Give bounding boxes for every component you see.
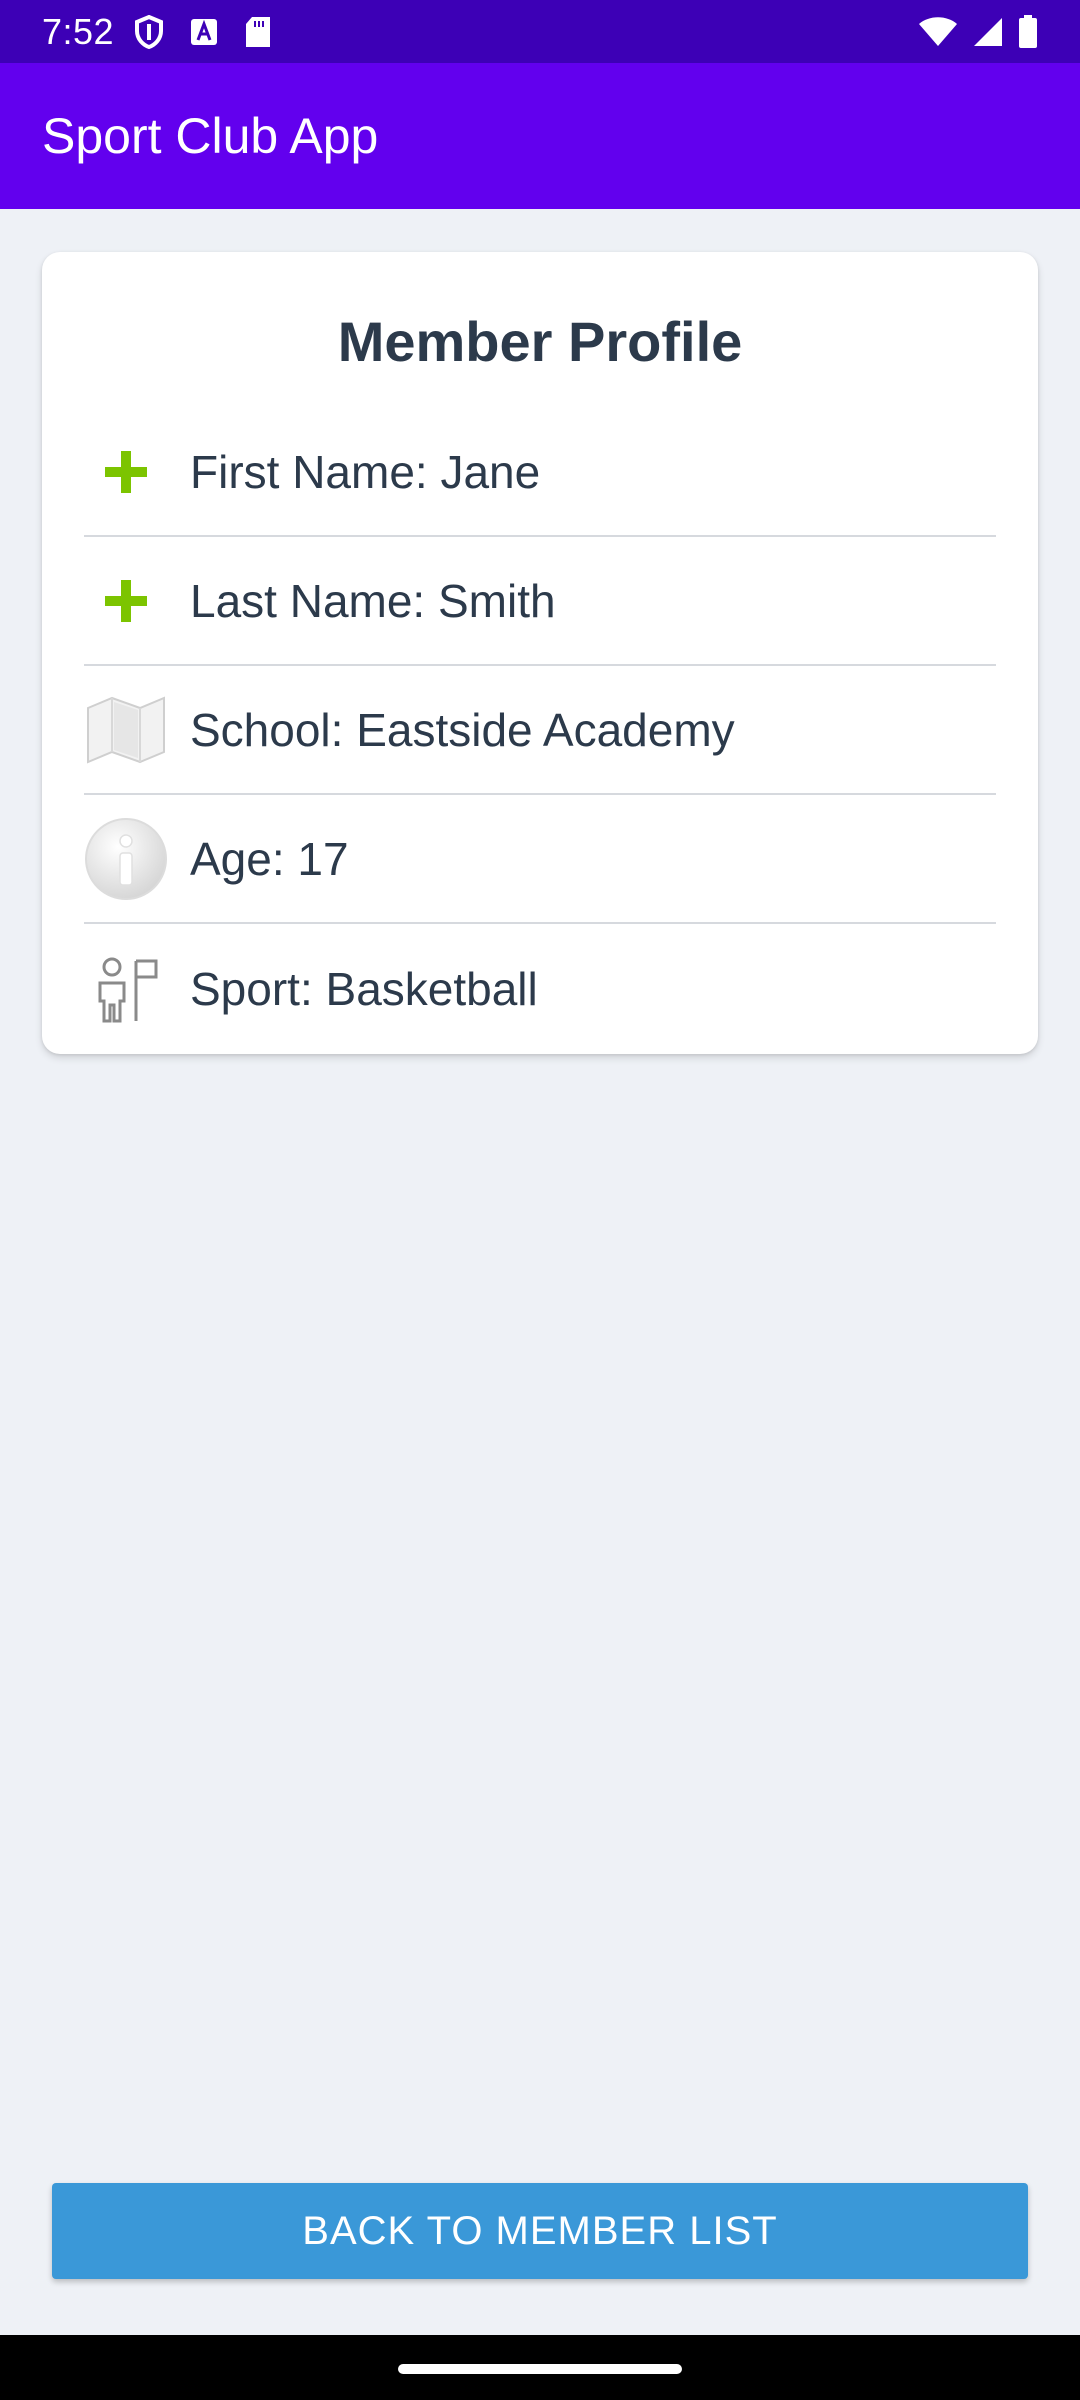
map-icon (84, 688, 168, 772)
back-to-member-list-button[interactable]: BACK TO MEMBER LIST (52, 2183, 1028, 2279)
sd-card-icon (244, 16, 272, 48)
app-bar: Sport Club App (0, 63, 1080, 209)
person-flag-icon (84, 947, 168, 1031)
school-text: School: Eastside Academy (190, 703, 735, 756)
profile-row-school: School: Eastside Academy (84, 666, 996, 795)
plus-icon (84, 430, 168, 514)
status-bar: 7:52 (0, 0, 1080, 63)
profile-rows: First Name: Jane Last Name: Smith School… (84, 408, 996, 1053)
plus-icon (84, 559, 168, 643)
member-profile-card: Member Profile First Name: Jane Last Nam… (42, 252, 1038, 1054)
navigation-bar (0, 2335, 1080, 2400)
age-text: Age: 17 (190, 832, 349, 885)
first-name-text: First Name: Jane (190, 445, 541, 498)
home-gesture-handle[interactable] (398, 2364, 682, 2374)
status-left-icons (134, 14, 272, 49)
profile-row-age: Age: 17 (84, 795, 996, 924)
profile-title: Member Profile (337, 310, 743, 373)
battery-icon (1018, 14, 1038, 49)
font-a-icon (190, 18, 218, 46)
wifi-icon (918, 16, 958, 48)
profile-row-first-name: First Name: Jane (84, 408, 996, 537)
shield-icon (134, 14, 164, 49)
profile-row-sport: Sport: Basketball (84, 924, 996, 1053)
app-title: Sport Club App (42, 108, 379, 164)
status-right-icons (918, 14, 1038, 49)
status-time: 7:52 (42, 10, 115, 52)
info-icon (84, 817, 168, 901)
signal-icon (972, 16, 1004, 48)
last-name-text: Last Name: Smith (190, 574, 556, 627)
profile-row-last-name: Last Name: Smith (84, 537, 996, 666)
sport-text: Sport: Basketball (190, 962, 538, 1015)
